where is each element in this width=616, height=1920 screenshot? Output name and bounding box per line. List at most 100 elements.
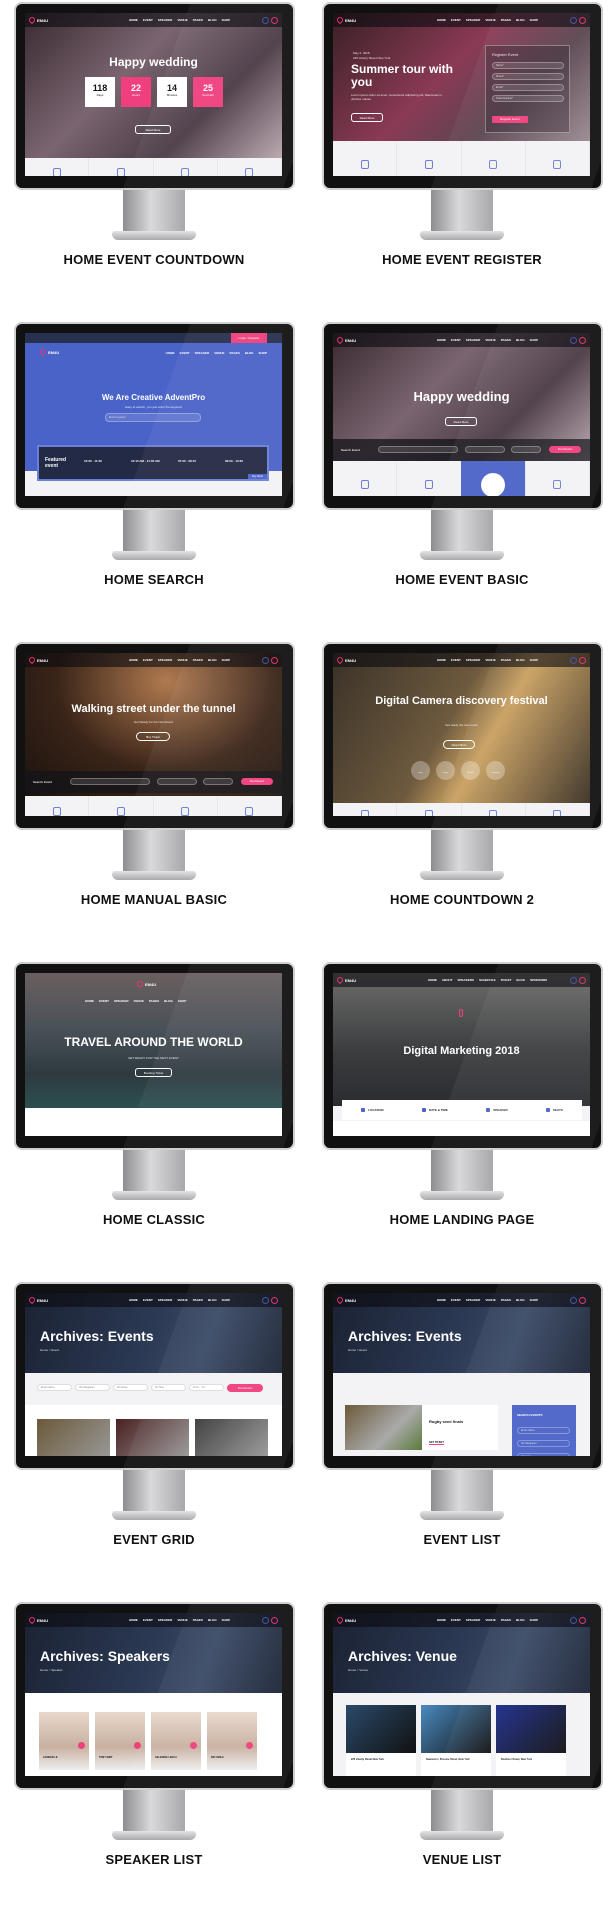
speaker-card[interactable]: TONY SMIT [95, 1712, 145, 1770]
nav-item-event[interactable]: EVENT [143, 658, 153, 662]
nav-item-speaker[interactable]: SPEAKER [466, 1618, 481, 1622]
nav-item-venue[interactable]: VENUE [485, 658, 495, 662]
monitor-screen[interactable]: May 2, 2018 225 Liberty Street New York Su… [333, 13, 590, 176]
user-icon[interactable] [570, 656, 577, 664]
demo-monitor[interactable]: Archives: Venue Home > Venue EM4U HOME EVENT… [308, 1600, 616, 1920]
logo[interactable]: EM4U [335, 1295, 407, 1305]
nav-item-blog[interactable]: BLOG [208, 1618, 217, 1622]
monitor-screen[interactable]: Walking street under the tunnel Get Ready… [25, 653, 282, 816]
monitor-screen[interactable]: Archives: Speakers Home > Speaker EM4U HOME… [25, 1613, 282, 1776]
demo-monitor[interactable]: Happy wedding Read More EM4U HOME EVENT SPEAK… [308, 320, 616, 640]
nav-item-home[interactable]: HOME [437, 1618, 446, 1622]
read-more-button[interactable]: Read More [351, 113, 383, 122]
logo[interactable]: EM4U [335, 335, 407, 345]
read-more-button[interactable]: Read More [443, 740, 475, 749]
monitor-screen[interactable]: Archives: Events Home > Event EM4U HOME EVEN… [25, 1293, 282, 1456]
demo-monitor[interactable]: Walking street under the tunnel Get Ready… [0, 640, 308, 960]
demo-monitor[interactable]: Archives: Events Home > Event EM4U HOME EVEN… [308, 1280, 616, 1600]
plus-icon[interactable] [190, 1742, 197, 1749]
settings-icon[interactable] [271, 656, 278, 664]
find-event-button[interactable]: Find Event [227, 1384, 263, 1392]
nav-item-shop[interactable]: SHOP [178, 999, 187, 1003]
plus-icon[interactable] [246, 1742, 253, 1749]
nav-item-schedule[interactable]: SCHEDULE [479, 978, 496, 982]
user-icon[interactable] [262, 1616, 269, 1624]
nav-item-pages[interactable]: PAGES [501, 658, 511, 662]
venue-card[interactable]: 225 Liberty Street New York [346, 1705, 416, 1776]
user-icon[interactable] [570, 976, 577, 984]
demo-monitor[interactable]: Login / Register EM4U HOME EVENT SPEAKER VENU… [0, 320, 308, 640]
logo[interactable]: EM4U [27, 1295, 99, 1305]
nav-item-shop[interactable]: SHOP [530, 1298, 539, 1302]
nav-item-pages[interactable]: PAGES [501, 338, 511, 342]
monitor-screen[interactable]: EM4U HOME EVENT SPEAKER VENUE PAGES BLOG SHOP TR… [25, 973, 282, 1136]
settings-icon[interactable] [579, 656, 586, 664]
logo[interactable]: EM4U [27, 655, 99, 665]
filter-field[interactable]: From... To... [189, 1384, 224, 1391]
nav-item-venue[interactable]: VENUE [485, 1298, 495, 1302]
nav-item-home[interactable]: HOME [437, 18, 446, 22]
nav-item-home[interactable]: HOME [129, 1618, 138, 1622]
nav-item-venue[interactable]: VENUE [485, 18, 495, 22]
event-card-image[interactable] [116, 1419, 189, 1456]
nav-item-event[interactable]: EVENT [451, 1298, 461, 1302]
event-time[interactable]: 07:00 - 08:15 [178, 459, 196, 463]
speaker-card[interactable]: CELENINE LENCA [151, 1712, 201, 1770]
nav-item-event[interactable]: EVENT [143, 1298, 153, 1302]
nav-item-speaker[interactable]: SPEAKER [466, 338, 481, 342]
sidebar-field[interactable]: All Categories [517, 1440, 570, 1447]
logo[interactable]: EM4U [335, 655, 407, 665]
event-title[interactable]: Rugby semi finals [429, 1419, 463, 1424]
nav-item-shop[interactable]: SHOP [530, 658, 539, 662]
category-field[interactable] [157, 778, 197, 785]
venue-card[interactable]: Seamore's, Broome Street, New York [421, 1705, 491, 1776]
buy-ticket-button[interactable]: Buy Ticket [136, 732, 170, 741]
nav-item-venue[interactable]: VENUE [214, 351, 224, 355]
settings-icon[interactable] [579, 976, 586, 984]
nav-item-event[interactable]: EVENT [451, 18, 461, 22]
speaker-card[interactable]: BIO SMILE [207, 1712, 257, 1770]
demo-monitor[interactable]: Digital Camera discovery festival Get rea… [308, 640, 616, 960]
event-card-image[interactable] [37, 1419, 110, 1456]
monitor-screen[interactable]: Happy wedding Read More EM4U HOME EVENT SPEAK… [333, 333, 590, 496]
nav-item-venue[interactable]: VENUE [177, 18, 187, 22]
venue-card[interactable]: Bowlmor Street, New York [496, 1705, 566, 1776]
demo-label[interactable]: HOME EVENT COUNTDOWN [0, 252, 308, 267]
nav-item-speaker[interactable]: SPEAKER [158, 18, 173, 22]
nav-item-blog[interactable]: BLOG [208, 18, 217, 22]
demo-monitor[interactable]: Archives: Speakers Home > Speaker EM4U HOME… [0, 1600, 308, 1920]
monitor-screen[interactable]: Digital Camera discovery festival Get rea… [333, 653, 590, 816]
nav-item-event[interactable]: EVENT [451, 338, 461, 342]
nav-item-shop[interactable]: SHOP [222, 658, 231, 662]
form-field[interactable]: Email* [492, 84, 564, 91]
nav-item-blog[interactable]: BLOG [516, 18, 525, 22]
demo-label[interactable]: HOME LANDING PAGE [308, 1212, 616, 1227]
find-event-button[interactable]: Find Event [549, 446, 581, 453]
nav-item-event[interactable]: EVENT [180, 351, 190, 355]
nav-item-pages[interactable]: PAGES [501, 1618, 511, 1622]
nav-item-blog[interactable]: BLOG [164, 999, 173, 1003]
event-name-field[interactable] [70, 778, 150, 785]
category-field[interactable] [465, 446, 505, 453]
filter-field[interactable]: Enter Name... [37, 1384, 72, 1391]
form-field[interactable]: Phone* [492, 73, 564, 80]
nav-item-event[interactable]: EVENT [99, 999, 109, 1003]
nav-item-shop[interactable]: SHOP [222, 18, 231, 22]
nav-item-blog[interactable]: BLOG [208, 658, 217, 662]
user-icon[interactable] [262, 16, 269, 24]
demo-monitor[interactable]: Digital Marketing 2018 EM4U HOME ABOUT SPEAK… [308, 960, 616, 1280]
logo[interactable]: EM4U [335, 15, 407, 25]
monitor-screen[interactable]: Login / Register EM4U HOME EVENT SPEAKER VENU… [25, 333, 282, 496]
nav-item-speaker[interactable]: SPEAKER [158, 1618, 173, 1622]
nav-item-shop[interactable]: SHOP [530, 1618, 539, 1622]
demo-label[interactable]: HOME COUNTDOWN 2 [308, 892, 616, 907]
nav-item-home[interactable]: HOME [437, 1298, 446, 1302]
nav-item-blog[interactable]: BLOG [516, 978, 525, 982]
nav-item-sponsors[interactable]: SPONSORS [530, 978, 547, 982]
user-icon[interactable] [262, 656, 269, 664]
user-icon[interactable] [570, 336, 577, 344]
time-field[interactable] [511, 446, 541, 453]
nav-item-home[interactable]: HOME [428, 978, 437, 982]
filter-field[interactable]: All Venue [113, 1384, 148, 1391]
settings-icon[interactable] [579, 16, 586, 24]
